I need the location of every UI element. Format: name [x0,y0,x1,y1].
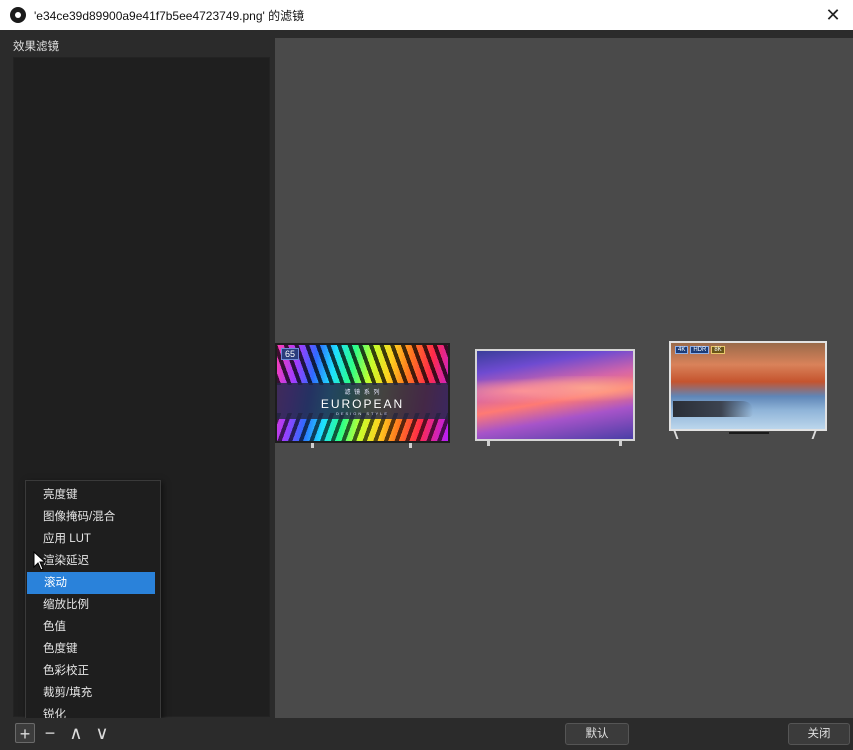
preview-area: 滤 镜 系 列 EUROPEAN DESIGN STYLE 65 4K HDR … [275,38,853,718]
move-down-icon[interactable]: ∨ [92,723,112,743]
move-up-icon[interactable]: ∧ [66,723,86,743]
tv-3-tags: 4K HDR 8K [675,346,725,354]
menu-item-scroll[interactable]: 滚动 [27,572,155,594]
tv-3-tag: 8K [711,346,725,354]
tv-3-tag: HDR [690,346,710,354]
menu-item-apply-lut[interactable]: 应用 LUT [26,528,160,550]
close-button[interactable]: 关闭 [788,723,850,745]
tv-image-1: 滤 镜 系 列 EUROPEAN DESIGN STYLE 65 [275,343,450,448]
window-title: 'e34ce39d89900a9e41f7b5ee4723749.png' 的滤… [34,8,305,23]
tv-1-brand-big: EUROPEAN [320,397,405,411]
tv-image-3: 4K HDR 8K [669,341,827,434]
tv-image-2 [475,349,635,446]
add-filter-context-menu: 亮度键 图像掩码/混合 应用 LUT 渲染延迟 滚动 缩放比例 色值 色度键 色… [25,480,161,728]
title-bar: 'e34ce39d89900a9e41f7b5ee4723749.png' 的滤… [0,0,853,30]
tv-1-brand-tiny: DESIGN STYLE [335,411,390,416]
menu-item-scaling[interactable]: 缩放比例 [26,594,160,616]
add-filter-icon[interactable]: + [15,723,35,744]
obs-app-icon [10,7,26,23]
close-window-icon[interactable]: ✕ [823,5,843,25]
tv-1-banner: 滤 镜 系 列 EUROPEAN DESIGN STYLE [277,383,448,419]
menu-item-color-correction[interactable]: 色彩校正 [26,660,160,682]
default-button[interactable]: 默认 [565,723,629,745]
menu-item-crop-pad[interactable]: 裁剪/填充 [26,682,160,704]
tv-1-brand-small: 滤 镜 系 列 [344,390,381,396]
menu-item-image-mask-blend[interactable]: 图像掩码/混合 [26,506,160,528]
remove-filter-icon[interactable]: − [40,723,60,743]
menu-item-luma-key[interactable]: 亮度键 [26,484,160,506]
menu-item-color-key[interactable]: 色值 [26,616,160,638]
tv-1-size-badge: 65 [281,348,300,360]
menu-item-chroma-key[interactable]: 色度键 [26,638,160,660]
tv-3-tag: 4K [675,346,689,354]
bottom-toolbar: + − ∧ ∨ 默认 关闭 [0,718,853,750]
effect-filters-header: 效果滤镜 [13,41,59,53]
